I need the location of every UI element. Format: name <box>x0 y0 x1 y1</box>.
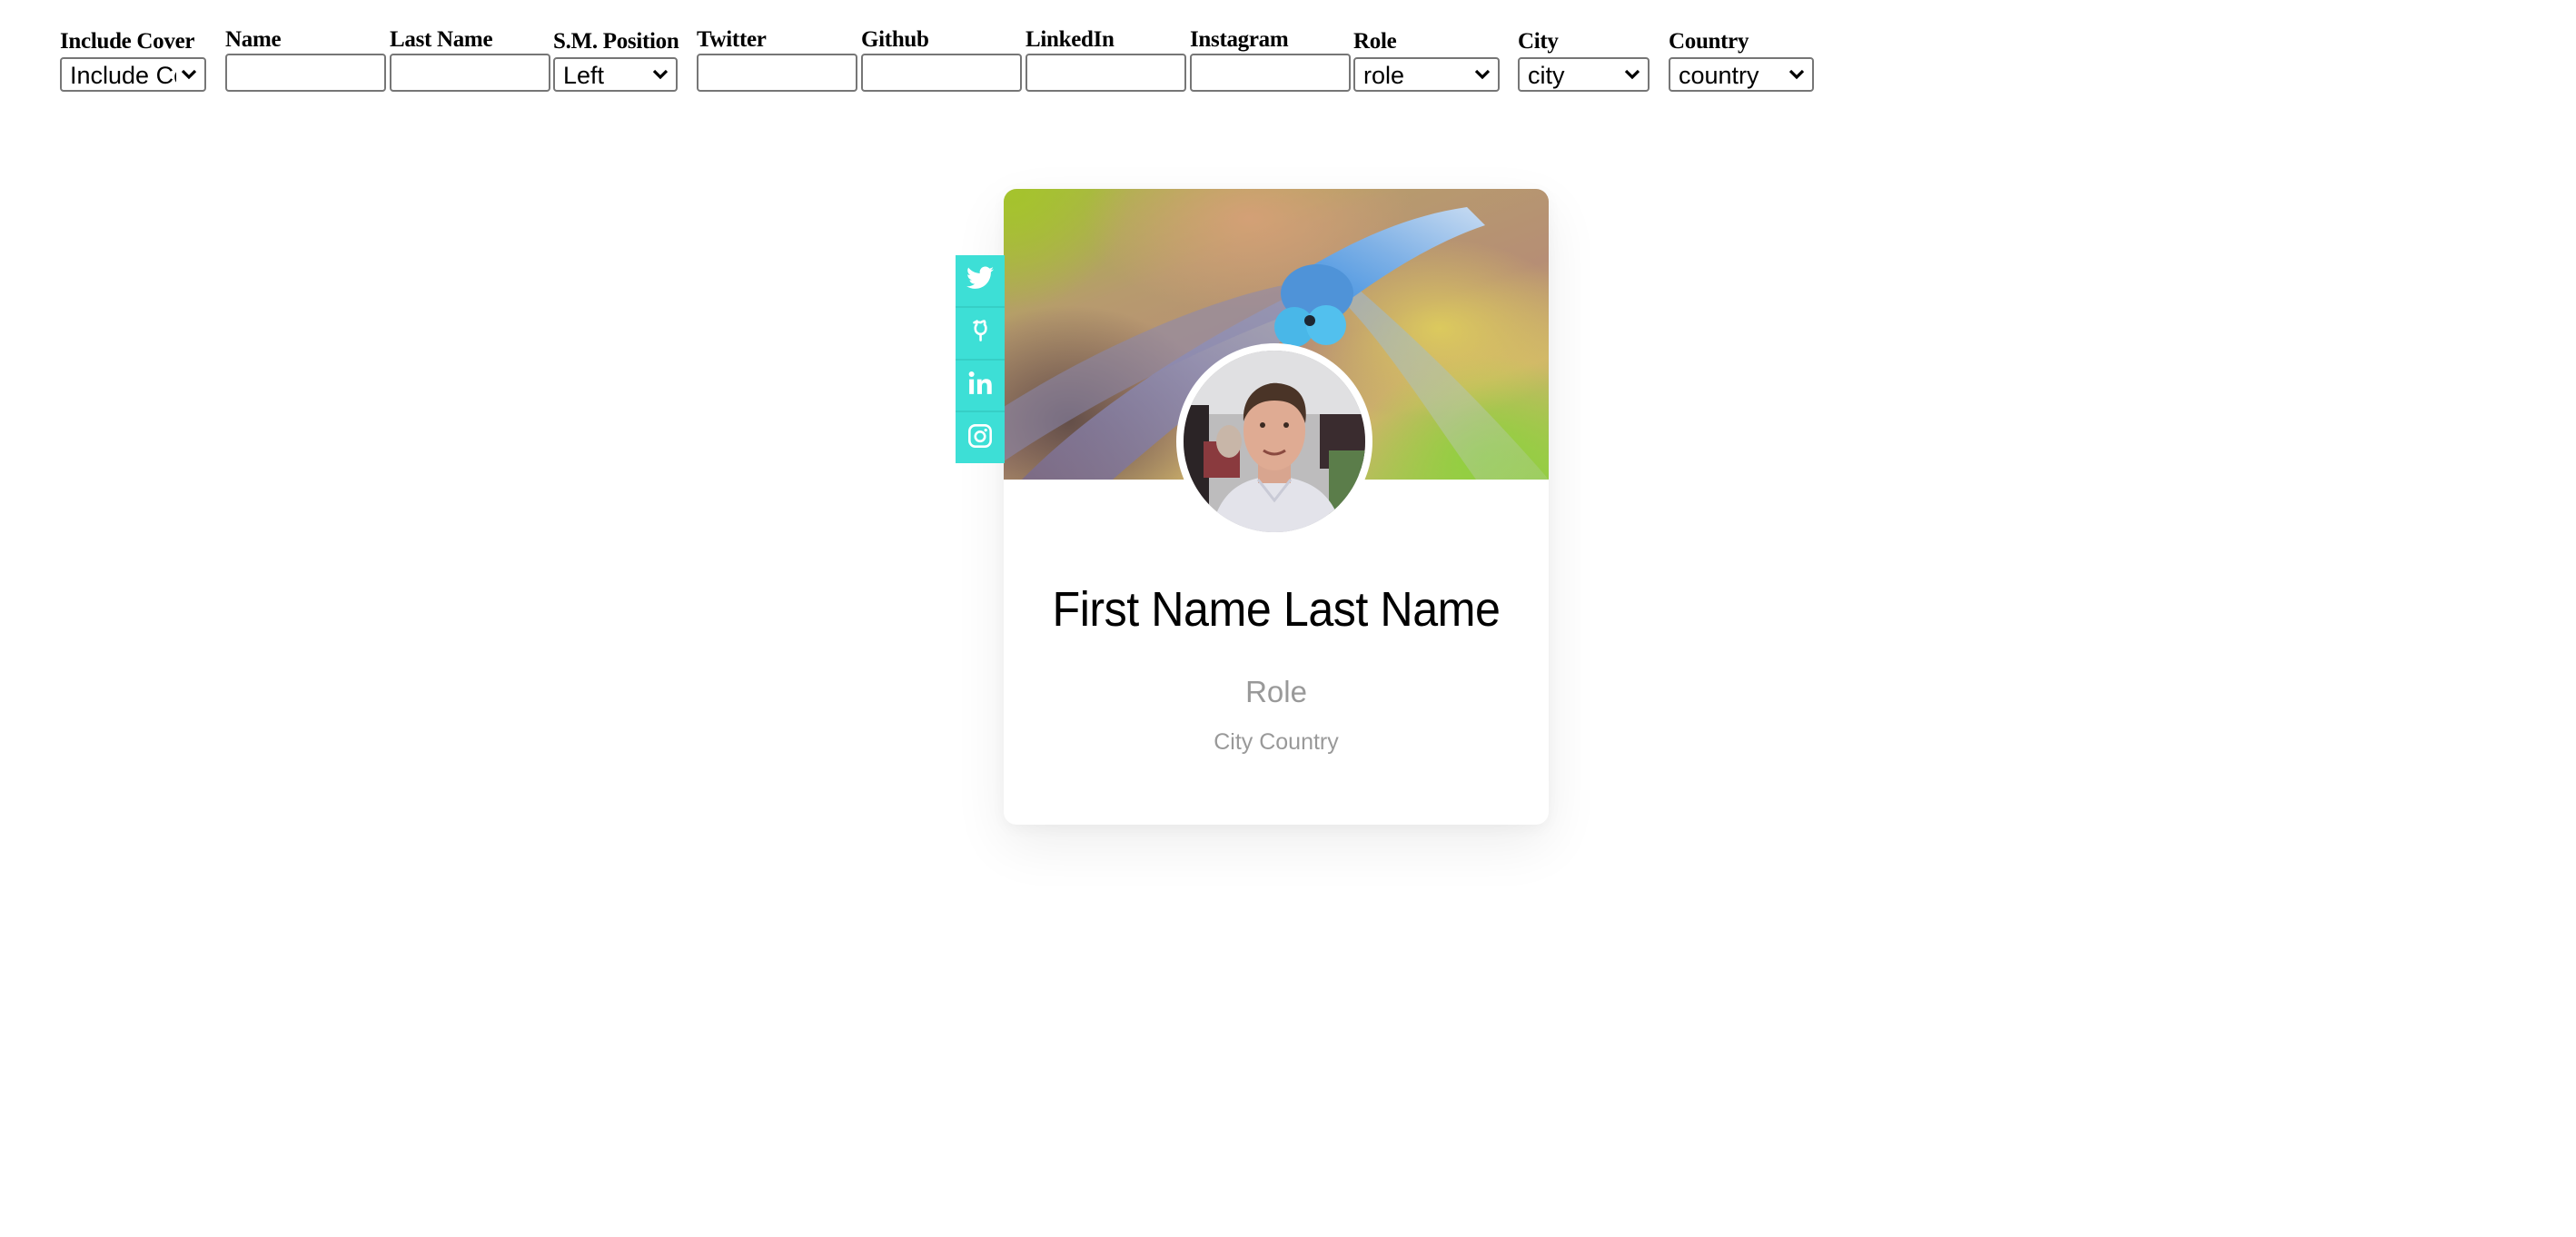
github-label: Github <box>861 27 929 52</box>
profile-location: City Country <box>1214 729 1339 755</box>
social-links-bar <box>956 255 1005 463</box>
twitter-label: Twitter <box>697 27 767 52</box>
profile-photo <box>1184 351 1365 532</box>
linkedin-input[interactable] <box>1025 54 1186 92</box>
name-input[interactable] <box>225 54 386 92</box>
instagram-icon <box>967 423 993 453</box>
chevron-down-icon <box>180 68 198 81</box>
twitter-input[interactable] <box>697 54 857 92</box>
country-select[interactable]: country <box>1669 57 1814 92</box>
sm-position-select[interactable]: Left <box>553 57 678 92</box>
linkedin-label: LinkedIn <box>1025 27 1115 52</box>
github-link[interactable] <box>956 308 1005 361</box>
role-value: role <box>1363 62 1405 89</box>
profile-form: Include Cover Include Cover Name Last Na… <box>0 0 2576 100</box>
name-label: Name <box>225 27 282 52</box>
person-portrait <box>1184 351 1365 532</box>
chevron-down-icon <box>1473 68 1491 81</box>
include-cover-value: Include Cover <box>70 62 176 89</box>
role-select[interactable]: role <box>1353 57 1500 92</box>
include-cover-select[interactable]: Include Cover <box>60 57 206 92</box>
sm-position-label: S.M. Position <box>553 29 679 54</box>
chevron-down-icon <box>1788 68 1806 81</box>
last-name-label: Last Name <box>390 27 493 52</box>
country-label: Country <box>1669 29 1749 54</box>
github-input[interactable] <box>861 54 1022 92</box>
country-value: country <box>1679 62 1759 89</box>
profile-full-name: First Name Last Name <box>1052 582 1501 637</box>
twitter-icon <box>966 266 994 294</box>
twitter-link[interactable] <box>956 255 1005 308</box>
last-name-input[interactable] <box>390 54 550 92</box>
github-icon <box>967 318 993 348</box>
instagram-label: Instagram <box>1190 27 1289 52</box>
sm-position-value: Left <box>563 62 605 89</box>
chevron-down-icon <box>1623 68 1641 81</box>
avatar <box>1176 343 1372 539</box>
profile-role: Role <box>1245 675 1307 708</box>
linkedin-icon <box>966 370 994 401</box>
role-label: Role <box>1353 29 1397 54</box>
instagram-input[interactable] <box>1190 54 1351 92</box>
include-cover-label: Include Cover <box>60 29 195 54</box>
city-label: City <box>1518 29 1559 54</box>
linkedin-link[interactable] <box>956 361 1005 413</box>
city-value: city <box>1528 62 1565 89</box>
city-select[interactable]: city <box>1518 57 1650 92</box>
chevron-down-icon <box>651 68 669 81</box>
instagram-link[interactable] <box>956 412 1005 463</box>
